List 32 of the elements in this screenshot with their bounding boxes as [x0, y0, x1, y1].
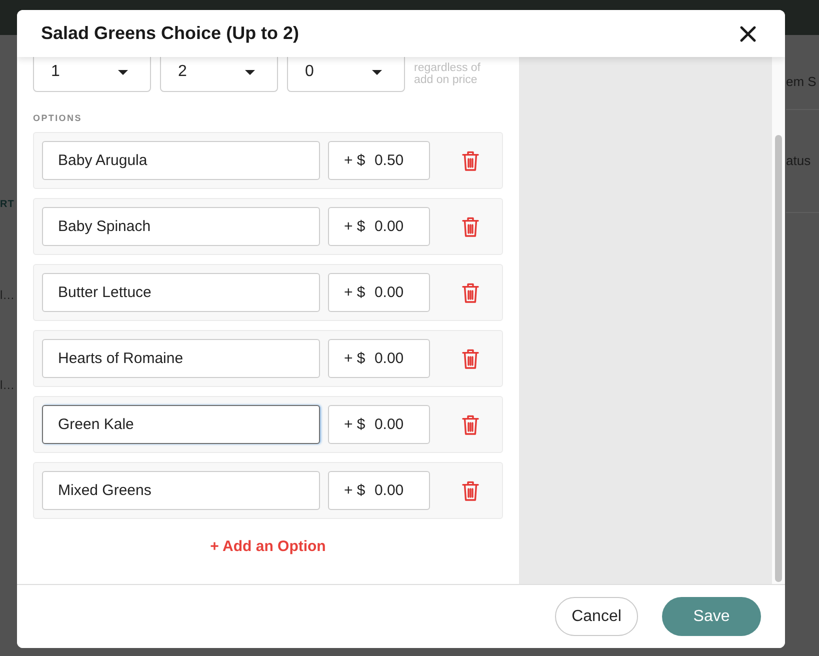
trash-icon[interactable]	[462, 480, 478, 500]
option-name-field[interactable]: Butter Lettuce	[42, 273, 320, 312]
option-name-field[interactable]: Baby Arugula	[42, 141, 320, 180]
close-icon[interactable]	[740, 26, 756, 42]
price-field[interactable]: + $ 0.00	[328, 273, 430, 312]
trash-icon[interactable]	[462, 150, 478, 170]
option-name-field[interactable]: Hearts of Romaine	[42, 339, 320, 378]
option-name-field[interactable]: Green Kale	[42, 405, 320, 444]
table-cell: atus	[786, 152, 811, 170]
caret-down-icon	[118, 70, 128, 74]
add-option-button[interactable]: + Add an Option	[210, 538, 326, 556]
column-header: em S	[786, 73, 816, 91]
section-label: RT	[0, 198, 14, 212]
dialog-title: Salad Greens Choice (Up to 2)	[41, 23, 300, 44]
caret-down-icon	[372, 70, 382, 74]
price-field[interactable]: + $ 0.00	[328, 207, 430, 246]
caret-down-icon	[245, 70, 255, 74]
save-button[interactable]: Save	[662, 597, 761, 636]
price-field[interactable]: + $ 0.00	[328, 339, 430, 378]
price-field[interactable]: + $ 0.50	[328, 141, 430, 180]
section-label: OPTIONS	[33, 113, 83, 123]
trash-icon[interactable]	[462, 282, 478, 302]
option-name-field[interactable]: Baby Spinach	[42, 207, 320, 246]
hint-text: regardless of add on price	[414, 62, 482, 86]
price-field[interactable]: + $ 0.00	[328, 405, 430, 444]
scrollbar-thumb[interactable]	[775, 135, 782, 582]
trash-icon[interactable]	[462, 216, 478, 236]
price-field[interactable]: + $ 0.00	[328, 471, 430, 510]
cancel-button[interactable]: Cancel	[555, 597, 638, 636]
option-name-field[interactable]: Mixed Greens	[42, 471, 320, 510]
trash-icon[interactable]	[462, 414, 478, 434]
trash-icon[interactable]	[462, 348, 478, 368]
